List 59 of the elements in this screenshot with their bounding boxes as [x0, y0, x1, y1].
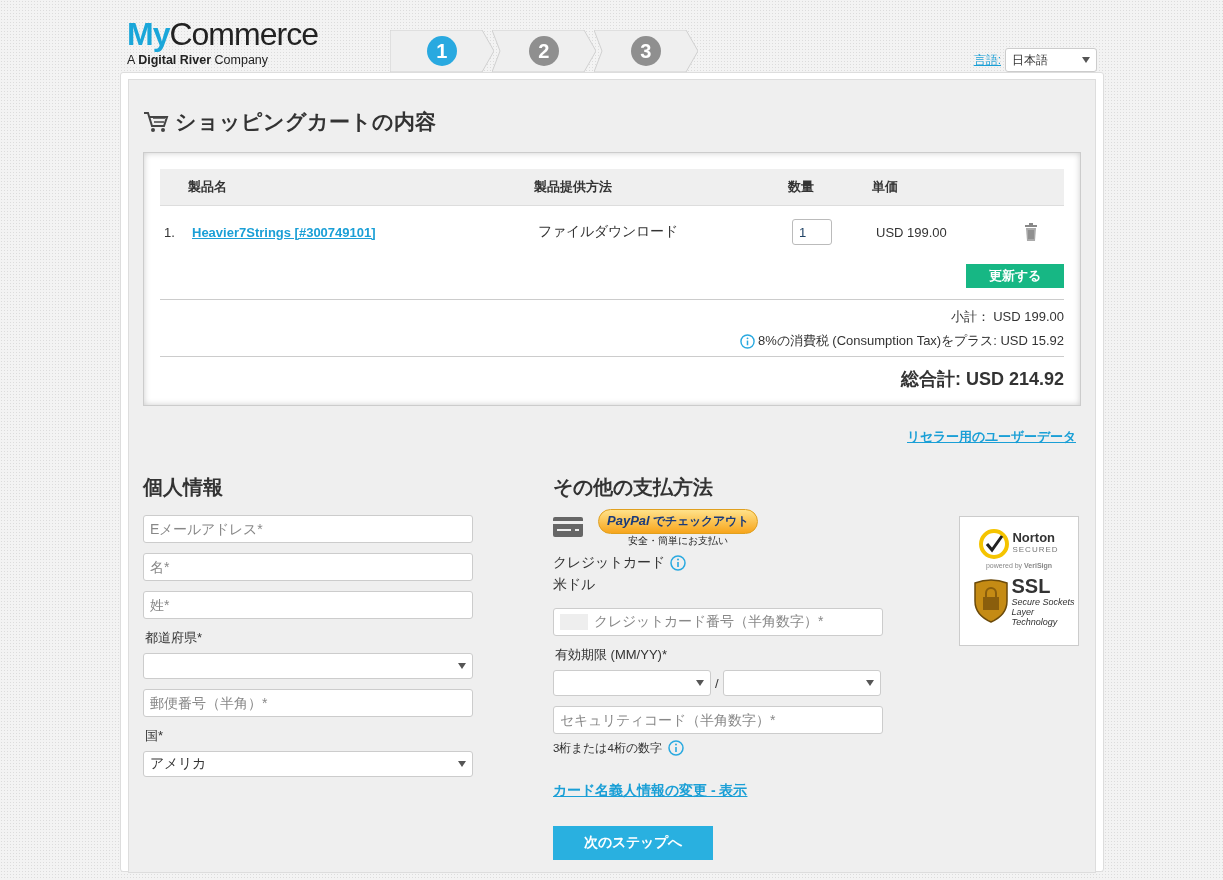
column-header: 製品名 — [188, 178, 228, 196]
card-number-field[interactable]: クレジットカード番号（半角数字）* — [553, 608, 883, 636]
product-link[interactable]: Heavier7Strings [#300749101] — [192, 224, 538, 240]
year-dropdown[interactable] — [722, 670, 881, 696]
logo-tagline: A Digital River Company — [127, 53, 270, 67]
unit-price: USD 199.00 — [876, 224, 948, 240]
security-code-hint: 3桁または4桁の数字 — [553, 740, 662, 756]
norton-wordmark: Norton — [1012, 532, 1057, 544]
tax-amount: 8%の消費税 (Consumption Tax)をプラス: USD 15.92 — [757, 332, 1064, 350]
info-icon[interactable] — [667, 740, 684, 756]
text-field[interactable]: Eメールアドレス* — [143, 515, 473, 543]
ssl-caption: Secure Sockets Layer Technology — [1011, 597, 1076, 627]
column-header: 数量 — [788, 178, 815, 196]
cart-icon — [143, 110, 169, 134]
reseller-link[interactable]: リセラー用のユーザーデータ — [907, 428, 1076, 474]
paypal-checkout-button[interactable]: PayPal でチェックアウト — [598, 509, 758, 534]
month-dropdown[interactable] — [553, 670, 711, 696]
logo-wordmark: MyCommerce — [127, 18, 318, 50]
info-icon[interactable] — [739, 333, 755, 349]
dropdown-caret-icon — [696, 680, 704, 686]
dropdown[interactable] — [143, 653, 473, 679]
section-title: その他の支払方法 — [553, 475, 714, 500]
dropdown-caret-icon — [865, 680, 874, 686]
cardholder-link[interactable]: カード名義人情報の変更 - 表示 — [553, 782, 748, 800]
language-link[interactable]: 言語: — [973, 51, 1001, 69]
section-title: 個人情報 — [143, 475, 224, 500]
field-label: 有効期限 (MM/YY)* — [554, 646, 668, 664]
info-icon[interactable] — [670, 555, 686, 571]
delivery-method: ファイルダウンロード — [538, 223, 679, 241]
column-header: 製品提供方法 — [534, 178, 613, 196]
credit-card-icon[interactable] — [553, 517, 583, 537]
field-label: 都道府県* — [144, 629, 204, 647]
language-select[interactable]: 日本語 — [1005, 48, 1097, 72]
checkmark-seal-icon — [979, 529, 1010, 559]
ssl-wordmark: SSL — [1011, 575, 1052, 597]
payment-method: クレジットカード — [553, 554, 665, 572]
date-separator: / — [715, 675, 719, 691]
dropdown-caret-icon — [1082, 57, 1090, 63]
field-label: 国* — [144, 727, 165, 745]
next-step-button[interactable]: 次のステップへ — [553, 826, 713, 860]
paypal-caption: 安全・簡単にお支払い — [628, 534, 728, 548]
column-header: 単価 — [872, 178, 899, 196]
currency: 米ドル — [553, 576, 596, 594]
dropdown-caret-icon — [458, 663, 466, 669]
text-field[interactable]: 郵便番号（半角）* — [143, 689, 473, 717]
grand-total: 総合計: USD 214.92 — [899, 368, 1064, 391]
trash-icon[interactable] — [1024, 223, 1038, 241]
subtotal: 小計： USD 199.00 — [950, 308, 1064, 326]
text-field[interactable]: 名* — [143, 553, 473, 581]
dropdown[interactable]: アメリカ — [143, 751, 473, 777]
row-number: 1. — [164, 224, 176, 240]
padlock-shield-icon — [972, 579, 1009, 623]
text-field[interactable]: 姓* — [143, 591, 473, 619]
update-button[interactable]: 更新する — [966, 264, 1064, 288]
dropdown-caret-icon — [458, 761, 466, 767]
quantity-field[interactable]: 1 — [792, 219, 832, 245]
secured-label: SECURED — [1012, 544, 1059, 556]
cart-title: ショッピングカートの内容 — [175, 109, 436, 135]
security-code-field[interactable]: セキュリティコード（半角数字）* — [553, 706, 883, 734]
